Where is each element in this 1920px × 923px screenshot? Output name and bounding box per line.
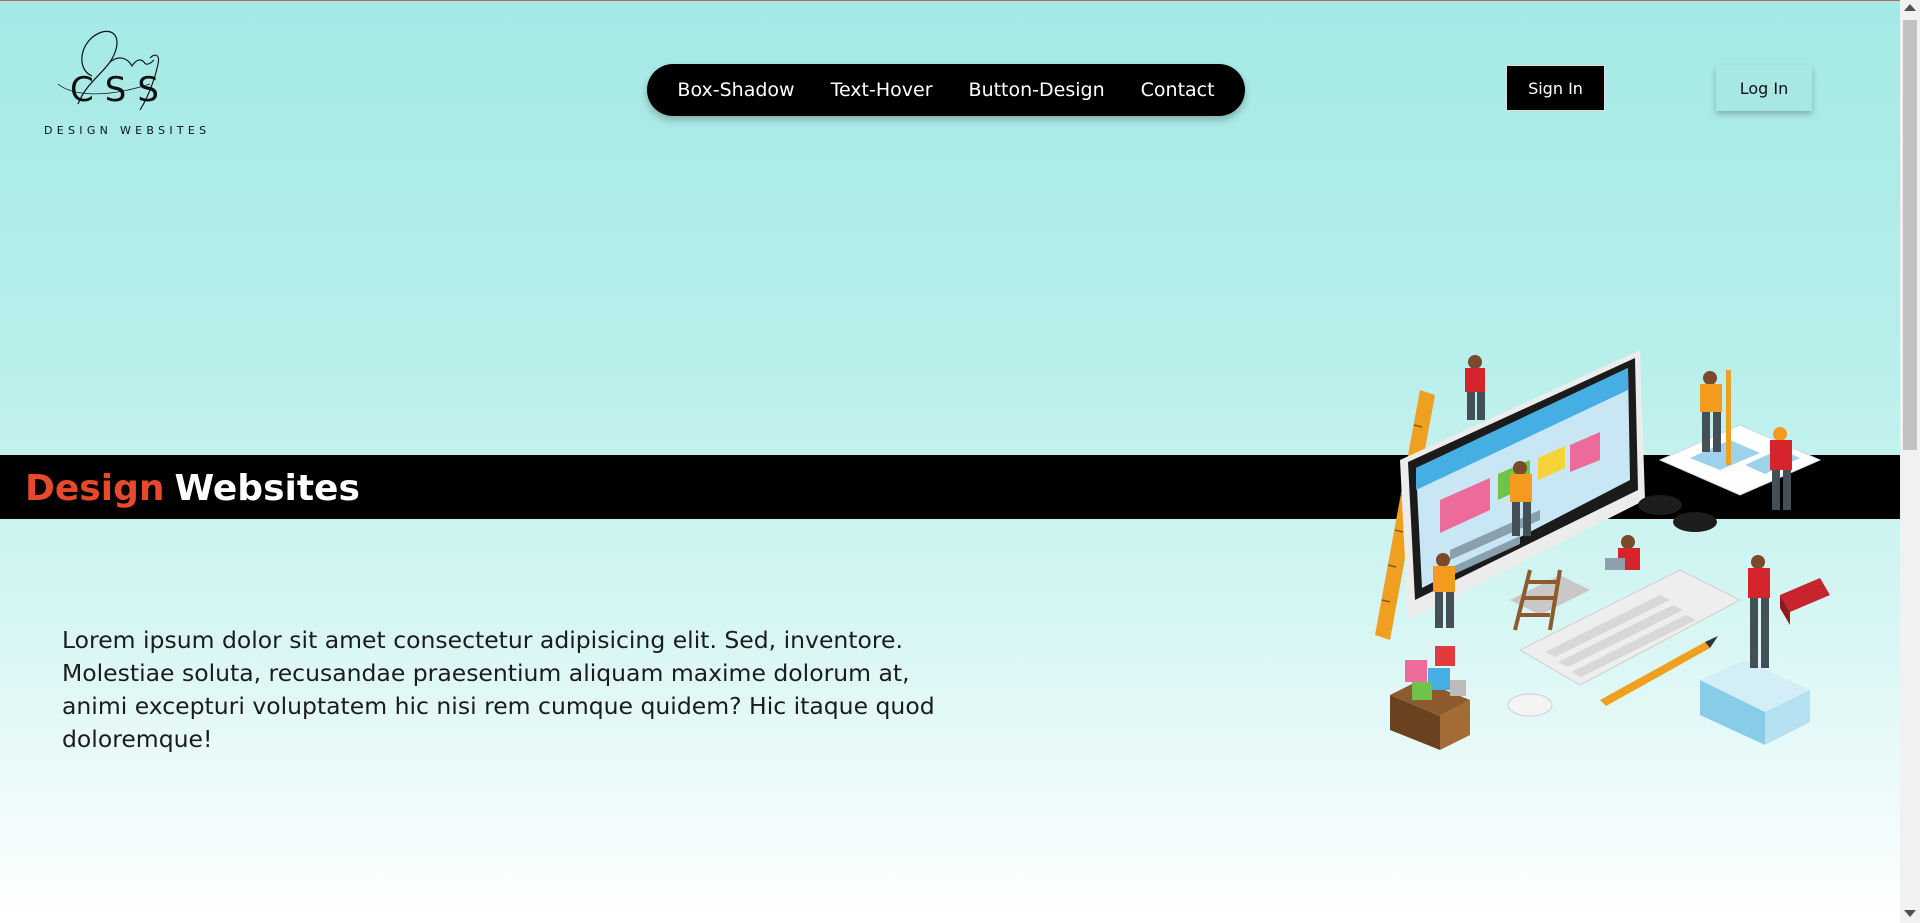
logo-main-text: CSS	[70, 70, 170, 110]
window-top-border	[0, 0, 1900, 1]
nav-item-box-shadow[interactable]: Box-Shadow	[677, 79, 794, 101]
site-logo[interactable]: CSS DESIGN WEBSITES	[40, 14, 210, 139]
hero-paragraph: Lorem ipsum dolor sit amet consectetur a…	[62, 625, 935, 753]
scroll-down-arrow-icon[interactable]	[1904, 910, 1916, 917]
vertical-scrollbar[interactable]	[1900, 0, 1920, 923]
hero-title: Design Websites	[25, 468, 360, 509]
nav-item-contact[interactable]: Contact	[1141, 79, 1215, 101]
scrollbar-thumb[interactable]	[1903, 20, 1917, 450]
hero-title-main: Websites	[174, 468, 360, 509]
nav-item-button-design[interactable]: Button-Design	[969, 79, 1105, 101]
web-design-team-illustration-icon	[1360, 350, 1860, 750]
sign-in-button[interactable]: Sign In	[1506, 65, 1605, 111]
logo-tagline: DESIGN WEBSITES	[44, 124, 211, 137]
log-in-button[interactable]: Log In	[1716, 65, 1812, 111]
main-nav: Box-Shadow Text-Hover Button-Design Cont…	[647, 64, 1245, 116]
hero-title-accent: Design	[25, 468, 165, 509]
scroll-up-arrow-icon[interactable]	[1904, 4, 1916, 11]
nav-item-text-hover[interactable]: Text-Hover	[831, 79, 933, 101]
